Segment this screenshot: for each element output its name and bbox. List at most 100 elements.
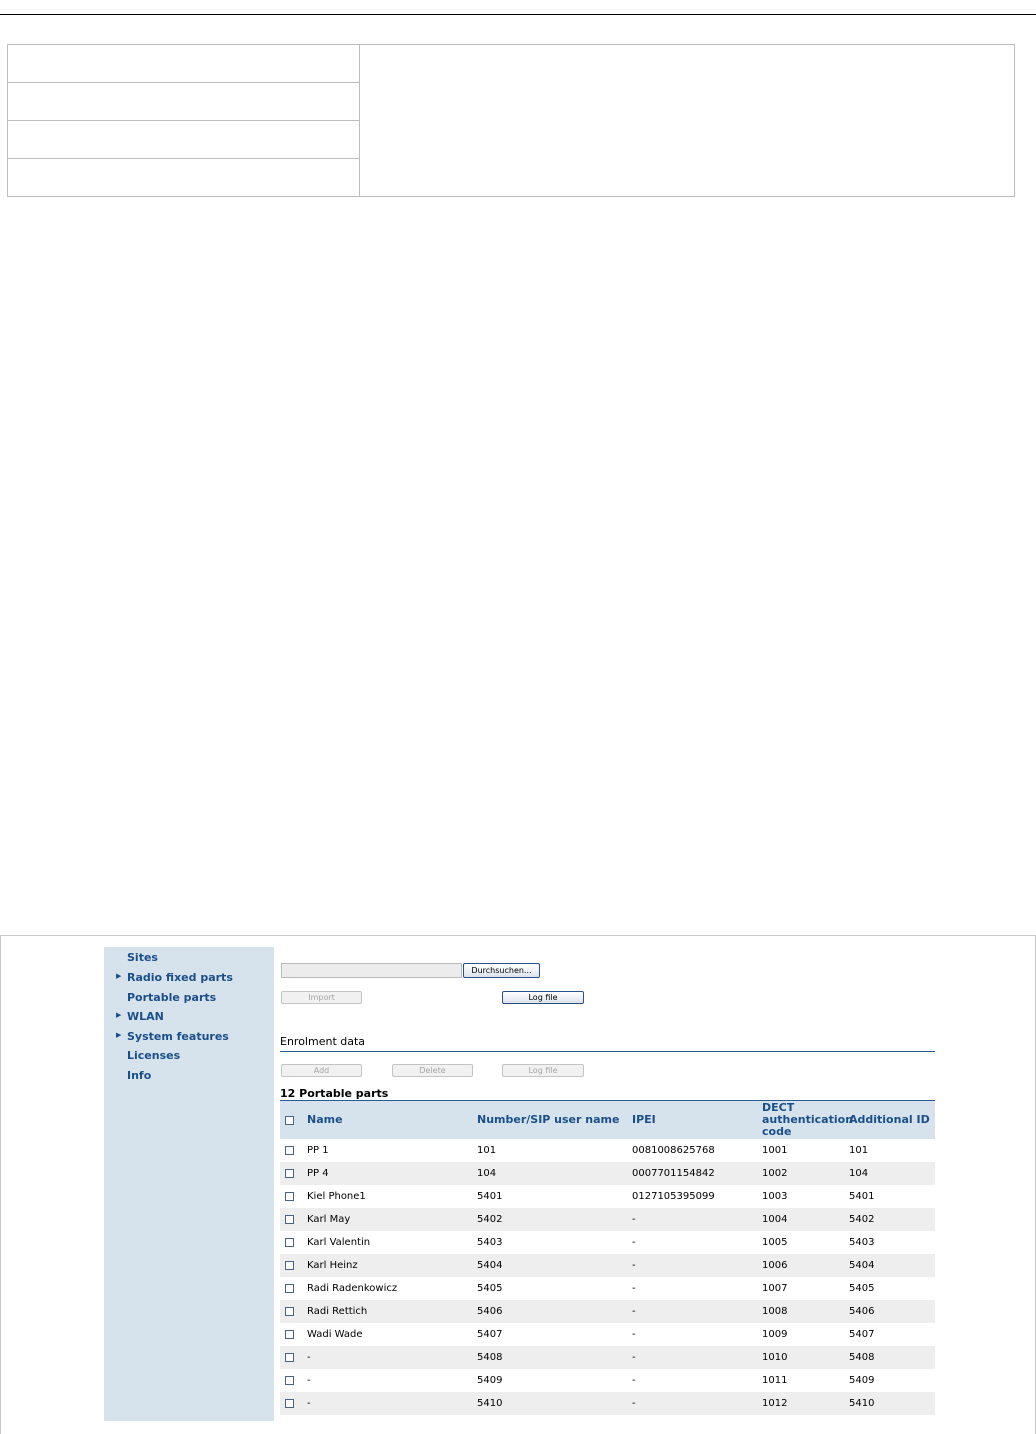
section-divider [280, 1051, 935, 1052]
cell-name: Kiel Phone1 [307, 1191, 366, 1202]
browse-button[interactable]: Durchsuchen... [463, 963, 540, 978]
row-checkbox[interactable] [285, 1191, 294, 1201]
row-checkbox[interactable] [285, 1214, 294, 1224]
import-log-file-button[interactable]: Log file [502, 991, 584, 1004]
cell-number: 104 [477, 1162, 632, 1185]
row-select-cell [280, 1185, 307, 1208]
table-row[interactable]: -5410-1012 5410 [280, 1392, 935, 1415]
cell-dect-auth-code: 1004 [762, 1208, 849, 1231]
column-header-number[interactable]: Number/SIP user name [477, 1101, 632, 1139]
table-body: PP 1 101 0081008625768 1001 101 PP 4 104 000770… [280, 1139, 935, 1415]
delete-button[interactable]: Delete [392, 1064, 473, 1077]
cell-additional-id: 5410 [849, 1392, 935, 1415]
row-select-cell [280, 1277, 307, 1300]
row-checkbox[interactable] [285, 1283, 294, 1293]
table-row[interactable]: PP 4 104 0007701154842 1002 104 [280, 1162, 935, 1185]
cell-additional-id: 5409 [849, 1375, 875, 1386]
select-all-checkbox[interactable] [285, 1115, 294, 1125]
cell-name: Radi Rettich [307, 1300, 477, 1323]
row-select-cell [280, 1231, 307, 1254]
cell-dect-auth-code: 1010 [762, 1346, 849, 1369]
row-checkbox[interactable] [285, 1375, 294, 1385]
cell-additional-id: 5405 [849, 1283, 875, 1294]
cell-number: 5405 [477, 1283, 503, 1294]
table-row[interactable]: - 5409 - 1011 5409 [280, 1369, 935, 1392]
cell-dect-auth-code: 1002 [762, 1162, 849, 1185]
row-select-cell [280, 1162, 307, 1185]
row-checkbox[interactable] [285, 1352, 294, 1362]
cell-dect-auth-code: 1001 [762, 1145, 788, 1156]
cell-additional-id: 5406 [849, 1300, 935, 1323]
row-select-cell [280, 1139, 307, 1162]
cell-additional-id: 5408 [849, 1346, 935, 1369]
cell-ipei: - [632, 1283, 636, 1294]
column-header-additional-id[interactable]: Additional ID [849, 1101, 935, 1139]
row-checkbox[interactable] [285, 1329, 294, 1339]
cell-name: Karl May [307, 1208, 477, 1231]
sidebar-item-radio-fixed-parts[interactable]: ▶ Radio fixed parts [116, 969, 233, 987]
row-select-cell [280, 1369, 307, 1392]
cell-ipei: - [632, 1329, 636, 1340]
table-row[interactable]: Karl Valentin 5403 - 1005 5403 [280, 1231, 935, 1254]
cell-additional-id: 5402 [849, 1208, 935, 1231]
table-row[interactable]: Radi Radenkowicz 5405 - 1007 5405 [280, 1277, 935, 1300]
cell-ipei: - [632, 1392, 762, 1415]
sidebar-item-portable-parts[interactable]: Portable parts [127, 989, 216, 1007]
import-button[interactable]: Import [281, 991, 362, 1004]
row-checkbox[interactable] [285, 1260, 294, 1270]
column-header-ipei[interactable]: IPEI [632, 1101, 762, 1139]
cell-name: PP 1 [307, 1145, 329, 1156]
cell-additional-id: 104 [849, 1162, 935, 1185]
cell-number: 5410 [477, 1392, 632, 1415]
sidebar-item-label: System features [127, 1030, 229, 1043]
cell-dect-auth-code: 1007 [762, 1283, 788, 1294]
row-checkbox[interactable] [285, 1145, 294, 1155]
file-path-input[interactable] [281, 963, 462, 978]
sidebar-item-label: Portable parts [127, 991, 217, 1004]
cell-number: 5404 [477, 1254, 632, 1277]
sidebar-item-system-features[interactable]: ▶ System features [116, 1028, 229, 1046]
row-checkbox[interactable] [285, 1237, 294, 1247]
row-select-cell [280, 1300, 307, 1323]
table-row[interactable]: Karl May 5402-1004 5402 [280, 1208, 935, 1231]
column-header-name[interactable]: Name [307, 1101, 477, 1139]
row-checkbox[interactable] [285, 1398, 294, 1408]
add-button[interactable]: Add [281, 1064, 362, 1077]
cell-number: 5408 [477, 1346, 632, 1369]
cell-dect-auth-code: 1008 [762, 1300, 849, 1323]
sidebar-item-sites[interactable]: Sites [127, 949, 158, 967]
cell-additional-id: 5404 [849, 1254, 935, 1277]
document-top-rule [0, 14, 1036, 15]
row-checkbox[interactable] [285, 1168, 294, 1178]
cell-number: 5401 [477, 1191, 503, 1202]
cell-number: 5407 [477, 1329, 503, 1340]
column-header-dect-auth-code[interactable]: DECT authentication code [762, 1101, 853, 1139]
row-select-cell [280, 1254, 307, 1277]
row-select-cell [280, 1392, 307, 1415]
blank-cell [7, 158, 360, 197]
cell-additional-id: 5407 [849, 1329, 875, 1340]
sidebar-item-info[interactable]: Info [127, 1067, 151, 1085]
expand-arrow-icon: ▶ [116, 1031, 122, 1039]
enrolment-log-file-button[interactable]: Log file [502, 1064, 584, 1077]
cell-name: Karl Valentin [307, 1237, 371, 1248]
sidebar-item-wlan[interactable]: ▶ WLAN [116, 1008, 164, 1026]
cell-ipei: - [632, 1375, 636, 1386]
row-checkbox[interactable] [285, 1306, 294, 1316]
sidebar-item-licenses[interactable]: Licenses [127, 1047, 180, 1065]
cell-ipei: - [632, 1208, 762, 1231]
table-row[interactable]: Radi Rettich 5406-1008 5406 [280, 1300, 935, 1323]
table-row[interactable]: PP 1 101 0081008625768 1001 101 [280, 1139, 935, 1162]
cell-ipei: 0081008625768 [632, 1145, 715, 1156]
sidebar-item-label: Licenses [127, 1049, 181, 1062]
sidebar-item-label: Sites [127, 951, 158, 964]
enrolment-title: Enrolment data [280, 1035, 366, 1048]
table-row[interactable]: -5408-1010 5408 [280, 1346, 935, 1369]
table-row[interactable]: Karl Heinz 5404-1006 5404 [280, 1254, 935, 1277]
cell-dect-auth-code: 1012 [762, 1392, 849, 1415]
table-row[interactable]: Kiel Phone1 5401 0127105395099 1003 5401 [280, 1185, 935, 1208]
table-row[interactable]: Wadi Wade 5407 - 1009 5407 [280, 1323, 935, 1346]
cell-dect-auth-code: 1009 [762, 1329, 788, 1340]
blank-cell [7, 44, 360, 83]
cell-ipei: 0007701154842 [632, 1162, 762, 1185]
